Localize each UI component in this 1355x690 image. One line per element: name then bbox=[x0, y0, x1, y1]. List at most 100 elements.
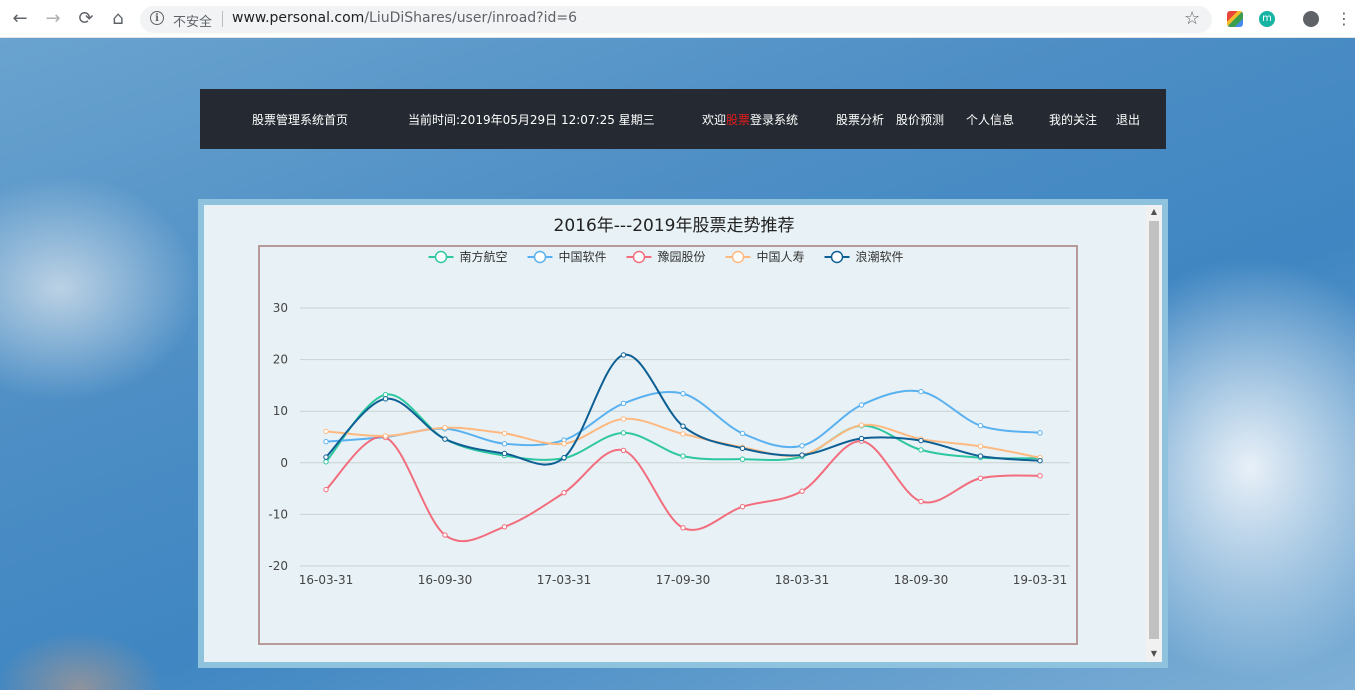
data-point bbox=[1037, 458, 1043, 464]
data-point bbox=[739, 503, 746, 510]
home-icon[interactable]: ⌂ bbox=[108, 9, 128, 29]
chart-panel: 2016年---2019年股票走势推荐 30 20 10 0 -10 -20 16-03-3… bbox=[198, 199, 1168, 668]
extension-m-icon[interactable]: m bbox=[1259, 11, 1275, 27]
data-point bbox=[680, 431, 686, 437]
data-point bbox=[442, 532, 448, 538]
data-point bbox=[382, 433, 389, 439]
data-point bbox=[323, 454, 329, 460]
url-host: www.personal.com bbox=[232, 10, 365, 26]
nav-stock-analysis[interactable]: 股票分析 bbox=[836, 111, 884, 128]
time-value: 2019年05月29日 12:07:25 星期三 bbox=[460, 113, 655, 127]
line-chart: 30 20 10 0 -10 -20 16-03-31 16-09-30 17-03-31 17-… bbox=[268, 249, 1070, 587]
data-point bbox=[918, 388, 924, 395]
y-tick-label: -10 bbox=[268, 507, 288, 521]
legend-marker-icon bbox=[731, 250, 745, 264]
data-point bbox=[858, 435, 865, 442]
data-point bbox=[977, 443, 984, 449]
back-icon[interactable]: ← bbox=[10, 9, 30, 29]
data-point bbox=[977, 422, 984, 429]
y-tick-label: -20 bbox=[268, 559, 288, 573]
omnibox-divider bbox=[222, 11, 223, 27]
data-point bbox=[620, 400, 627, 407]
chart-frame: 30 20 10 0 -10 -20 16-03-31 16-09-30 17-03-31 17-… bbox=[258, 245, 1078, 645]
series-line-1 bbox=[325, 389, 1041, 449]
data-point bbox=[680, 525, 686, 531]
y-tick-label: 10 bbox=[273, 404, 288, 418]
data-point bbox=[620, 416, 627, 422]
x-tick-label: 17-03-31 bbox=[537, 573, 591, 587]
browser-toolbar: ← → ⟳ ⌂ i 不安全 www.personal.com/LiuDiShar… bbox=[0, 0, 1355, 38]
data-point bbox=[799, 452, 805, 458]
data-point bbox=[1037, 430, 1043, 436]
welcome-before: 欢迎 bbox=[702, 113, 727, 127]
security-label: 不安全 bbox=[173, 15, 213, 30]
data-point bbox=[620, 430, 627, 436]
data-point bbox=[918, 498, 924, 505]
profile-icon[interactable] bbox=[1303, 11, 1319, 27]
data-point bbox=[561, 454, 567, 461]
welcome-after: 登录系统 bbox=[750, 113, 799, 127]
legend-label: 豫园股份 bbox=[658, 250, 706, 264]
star-icon[interactable]: ☆ bbox=[1184, 8, 1200, 29]
data-point bbox=[680, 390, 686, 397]
scrollbar-thumb[interactable] bbox=[1149, 221, 1159, 639]
nav-logout[interactable]: 退出 bbox=[1116, 111, 1140, 128]
forward-icon[interactable]: → bbox=[43, 9, 63, 29]
data-point bbox=[382, 396, 389, 402]
data-point bbox=[323, 459, 329, 465]
data-point bbox=[977, 453, 984, 459]
data-point bbox=[977, 475, 984, 481]
legend-marker-icon bbox=[632, 250, 646, 264]
data-point bbox=[501, 430, 508, 437]
legend-marker-icon bbox=[434, 250, 448, 264]
x-tick-label: 17-09-30 bbox=[656, 573, 710, 587]
x-tick-label: 18-09-30 bbox=[894, 573, 948, 587]
url-text[interactable]: www.personal.com/LiuDiShares/user/inroad… bbox=[232, 10, 577, 26]
data-point bbox=[323, 428, 329, 435]
data-point bbox=[799, 488, 805, 494]
vertical-scrollbar[interactable]: ▲ ▼ bbox=[1146, 205, 1162, 662]
nav-profile[interactable]: 个人信息 bbox=[966, 111, 1014, 128]
legend-marker-icon bbox=[533, 250, 547, 264]
data-point bbox=[680, 453, 686, 459]
data-point bbox=[680, 423, 686, 429]
extension-icon[interactable] bbox=[1227, 11, 1243, 27]
nav-home-link[interactable]: 股票管理系统首页 bbox=[252, 111, 348, 128]
reload-icon[interactable]: ⟳ bbox=[76, 9, 96, 29]
current-time: 当前时间:2019年05月29日 12:07:25 星期三 bbox=[408, 111, 655, 128]
data-point bbox=[442, 436, 448, 442]
scroll-up-icon[interactable]: ▲ bbox=[1149, 207, 1159, 217]
data-point bbox=[620, 447, 627, 454]
username: 股票 bbox=[726, 113, 751, 127]
info-icon[interactable]: i bbox=[150, 11, 164, 25]
y-tick-label: 0 bbox=[280, 456, 288, 470]
top-navbar: 股票管理系统首页 当前时间:2019年05月29日 12:07:25 星期三 欢… bbox=[200, 89, 1166, 149]
chart-panel-content: 2016年---2019年股票走势推荐 30 20 10 0 -10 -20 16-03-3… bbox=[204, 205, 1162, 662]
welcome-text: 欢迎股票登录系统 bbox=[702, 111, 798, 128]
legend-label: 浪潮软件 bbox=[856, 249, 904, 264]
data-point bbox=[442, 425, 448, 431]
legend-label: 南方航空 bbox=[460, 249, 508, 264]
data-point bbox=[501, 524, 508, 530]
data-point bbox=[501, 450, 508, 457]
data-point bbox=[739, 445, 746, 452]
address-bar[interactable]: i 不安全 www.personal.com/LiuDiShares/user/… bbox=[140, 6, 1212, 33]
x-tick-label: 19-03-31 bbox=[1013, 573, 1067, 587]
data-point bbox=[858, 402, 865, 408]
menu-icon[interactable]: ⋮ bbox=[1334, 9, 1354, 29]
y-tick-label: 30 bbox=[273, 301, 288, 315]
nav-my-follow[interactable]: 我的关注 bbox=[1049, 111, 1097, 128]
url-path: /LiuDiShares/user/inroad?id=6 bbox=[364, 10, 578, 26]
data-point bbox=[1037, 473, 1043, 479]
data-point bbox=[918, 447, 924, 453]
time-prefix: 当前时间: bbox=[408, 113, 461, 127]
data-point bbox=[561, 441, 567, 447]
nav-price-forecast[interactable]: 股价预测 bbox=[896, 111, 944, 128]
data-point bbox=[561, 490, 567, 496]
x-tick-label: 16-09-30 bbox=[418, 573, 472, 587]
data-point bbox=[323, 438, 329, 445]
chart-title: 2016年---2019年股票走势推荐 bbox=[553, 216, 795, 236]
scroll-down-icon[interactable]: ▼ bbox=[1149, 649, 1159, 659]
data-point bbox=[620, 352, 627, 358]
legend-marker-icon bbox=[830, 250, 844, 264]
